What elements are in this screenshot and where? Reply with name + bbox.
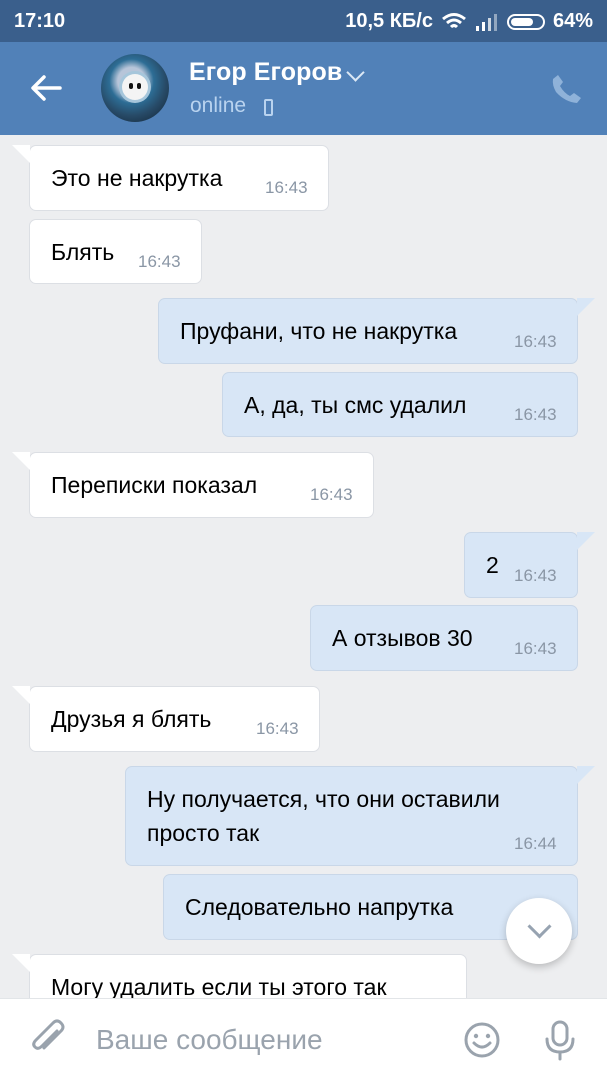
paperclip-icon[interactable] [28, 1019, 68, 1059]
message-time: 16:43 [514, 566, 557, 585]
message-list[interactable]: Это не накрутка 16:43 Блять 16:43 Пруфан… [0, 135, 607, 998]
message-text: Могу удалить если ты этого так [51, 974, 387, 998]
message-bubble: 2 16:43 [464, 532, 595, 598]
message-time: 16:43 [138, 252, 181, 271]
microphone-icon[interactable] [543, 1019, 577, 1061]
message-time: 16:43 [514, 639, 557, 658]
message-text: А, да, ты смс удалил [244, 392, 467, 418]
status-indicators: 10,5 КБ/с 64% [345, 10, 593, 33]
status-bar: 17:10 10,5 КБ/с 64% [0, 0, 607, 42]
message-time: 16:43 [310, 485, 353, 504]
battery-percent: 64% [552, 10, 593, 32]
message-text: Следовательно напрутка [185, 894, 454, 920]
message-time: 16:44 [514, 834, 557, 853]
message-time: 16:43 [265, 178, 308, 197]
message-text: А отзывов 30 [332, 625, 473, 651]
message-bubble: Переписки показал 16:43 [12, 452, 374, 518]
message-bubble: Могу удалить если ты этого так [12, 954, 467, 998]
contact-name[interactable]: Егор Егоров [189, 58, 342, 87]
message-text: Друзья я блять [51, 706, 212, 732]
wifi-icon [442, 12, 466, 28]
message-text: просто так [147, 820, 260, 846]
phone-call-icon[interactable] [550, 72, 584, 106]
message-bubble: Блять 16:43 [29, 219, 202, 284]
message-bubble: А, да, ты смс удалил 16:43 [222, 372, 578, 437]
status-time: 17:10 [14, 10, 66, 32]
message-text: Блять [51, 239, 115, 265]
message-text: Пруфани, что не накрутка [180, 318, 458, 344]
message-bubble: А отзывов 30 16:43 [310, 605, 578, 671]
message-time: 16:43 [514, 332, 557, 351]
message-bubble: Друзья я блять 16:43 [12, 686, 320, 752]
message-text: Ну получается, что они оставили [147, 786, 500, 812]
message-text: 2 [486, 552, 499, 578]
mobile-phone-icon [264, 99, 273, 116]
network-speed: 10,5 КБ/с [345, 10, 433, 32]
battery-icon [506, 13, 545, 30]
back-arrow-icon[interactable] [26, 68, 66, 108]
presence-status: online [190, 94, 247, 117]
message-time: 16:43 [256, 719, 299, 738]
message-composer [0, 998, 607, 1081]
message-text: Переписки показал [51, 472, 258, 498]
scroll-down-icon[interactable] [506, 898, 572, 964]
message-time: 16:43 [514, 405, 557, 424]
emoji-icon[interactable] [463, 1021, 501, 1059]
conversation-header: Егор Егоров online [0, 42, 607, 135]
signal-icon [475, 13, 497, 31]
avatar[interactable] [101, 54, 169, 122]
message-bubble: Ну получается, что они оставили просто т… [125, 766, 595, 866]
chevron-down-icon[interactable] [346, 63, 365, 82]
message-text: Это не накрутка [51, 165, 223, 191]
message-input[interactable] [96, 1022, 446, 1058]
message-bubble: Это не накрутка 16:43 [12, 145, 329, 211]
message-bubble: Пруфани, что не накрутка 16:43 [158, 298, 595, 364]
